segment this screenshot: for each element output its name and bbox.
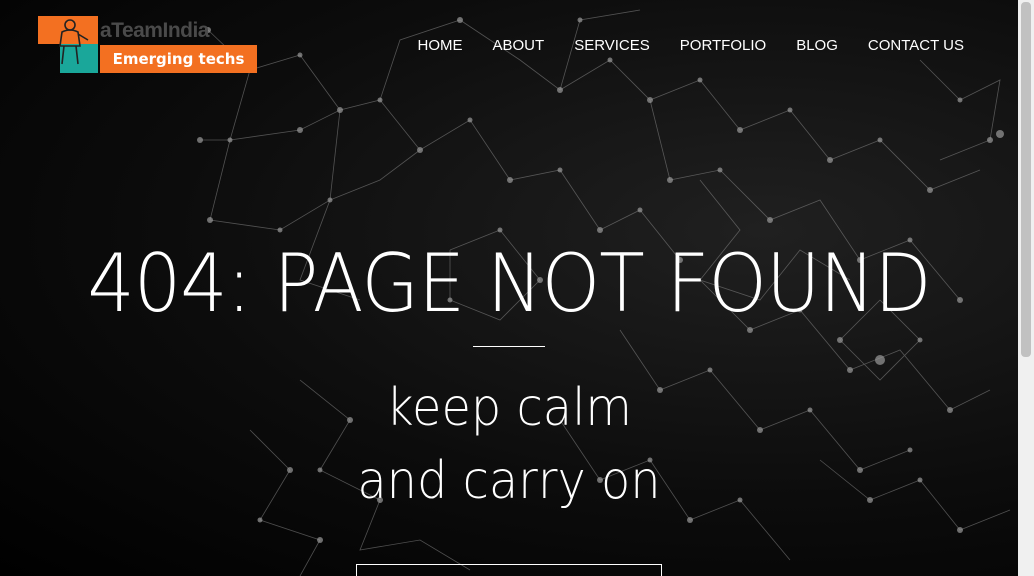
page-title: 404: PAGE NOT FOUND [87,237,931,330]
main-nav: HOME ABOUT SERVICES PORTFOLIO BLOG CONTA… [388,36,965,56]
scrollbar-thumb[interactable] [1021,2,1031,357]
nav-item-home[interactable]: HOME [418,36,463,56]
site-logo[interactable]: aTeamIndia Emerging techs [38,16,258,74]
hero-button[interactable] [356,564,662,576]
nav-item-portfolio[interactable]: PORTFOLIO [680,36,766,56]
nav-item-blog[interactable]: BLOG [796,36,838,56]
hero-line-1: keep calm [386,378,632,438]
nav-item-contact-us[interactable]: CONTACT US [868,36,964,56]
scrollbar[interactable] [1018,0,1034,576]
logo-figure-icon [59,19,89,65]
logo-brand-text: aTeamIndia [100,19,209,42]
nav-item-services[interactable]: SERVICES [574,36,650,56]
title-divider [473,346,545,347]
hero-line-2: and carry on [357,451,661,511]
logo-tagline: Emerging techs [100,45,257,73]
nav-item-about[interactable]: ABOUT [493,36,545,56]
